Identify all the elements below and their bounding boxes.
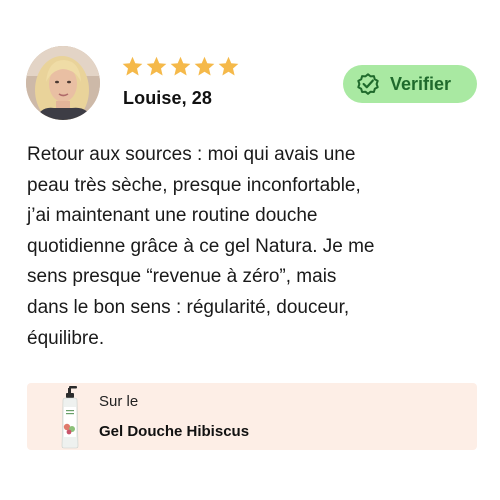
review-text-line: peau très sèche, presque inconfortable, — [27, 174, 361, 196]
reviewer-name: Louise, 28 — [123, 88, 213, 108]
star-icon — [170, 56, 191, 76]
star-rating — [121, 55, 240, 78]
review-text-line: dans le bon sens : régularité, douceur, — [27, 296, 350, 318]
product-card[interactable]: Sur le Gel Douche Hibiscus — [27, 383, 477, 450]
verified-label: Verifier — [390, 73, 452, 94]
review-text-line: équilibre. — [27, 327, 105, 349]
reviewer-avatar — [26, 46, 100, 120]
review-text-line: sens presque “revenue à zéro”, mais — [27, 266, 337, 288]
review-text-line: Retour aux sources : moi qui avais une — [27, 144, 356, 165]
star-icon — [122, 56, 143, 76]
reviewer-photo — [26, 46, 100, 120]
star-icon — [146, 56, 167, 76]
pump-bottle-icon — [61, 386, 79, 449]
star-icon — [218, 56, 239, 76]
review-body: Retour aux sources : moi qui avais une pe… — [27, 140, 447, 354]
check-badge-icon — [357, 73, 379, 95]
review-text-line: j’ai maintenant une routine douche — [27, 205, 318, 227]
star-icon — [194, 56, 215, 76]
product-prefix: Sur le — [99, 393, 139, 410]
review-text-line: quotidienne grâce à ce gel Natura. Je me — [27, 235, 375, 257]
product-name[interactable]: Gel Douche Hibiscus — [99, 423, 249, 440]
verified-badge: Verifier — [343, 65, 477, 103]
